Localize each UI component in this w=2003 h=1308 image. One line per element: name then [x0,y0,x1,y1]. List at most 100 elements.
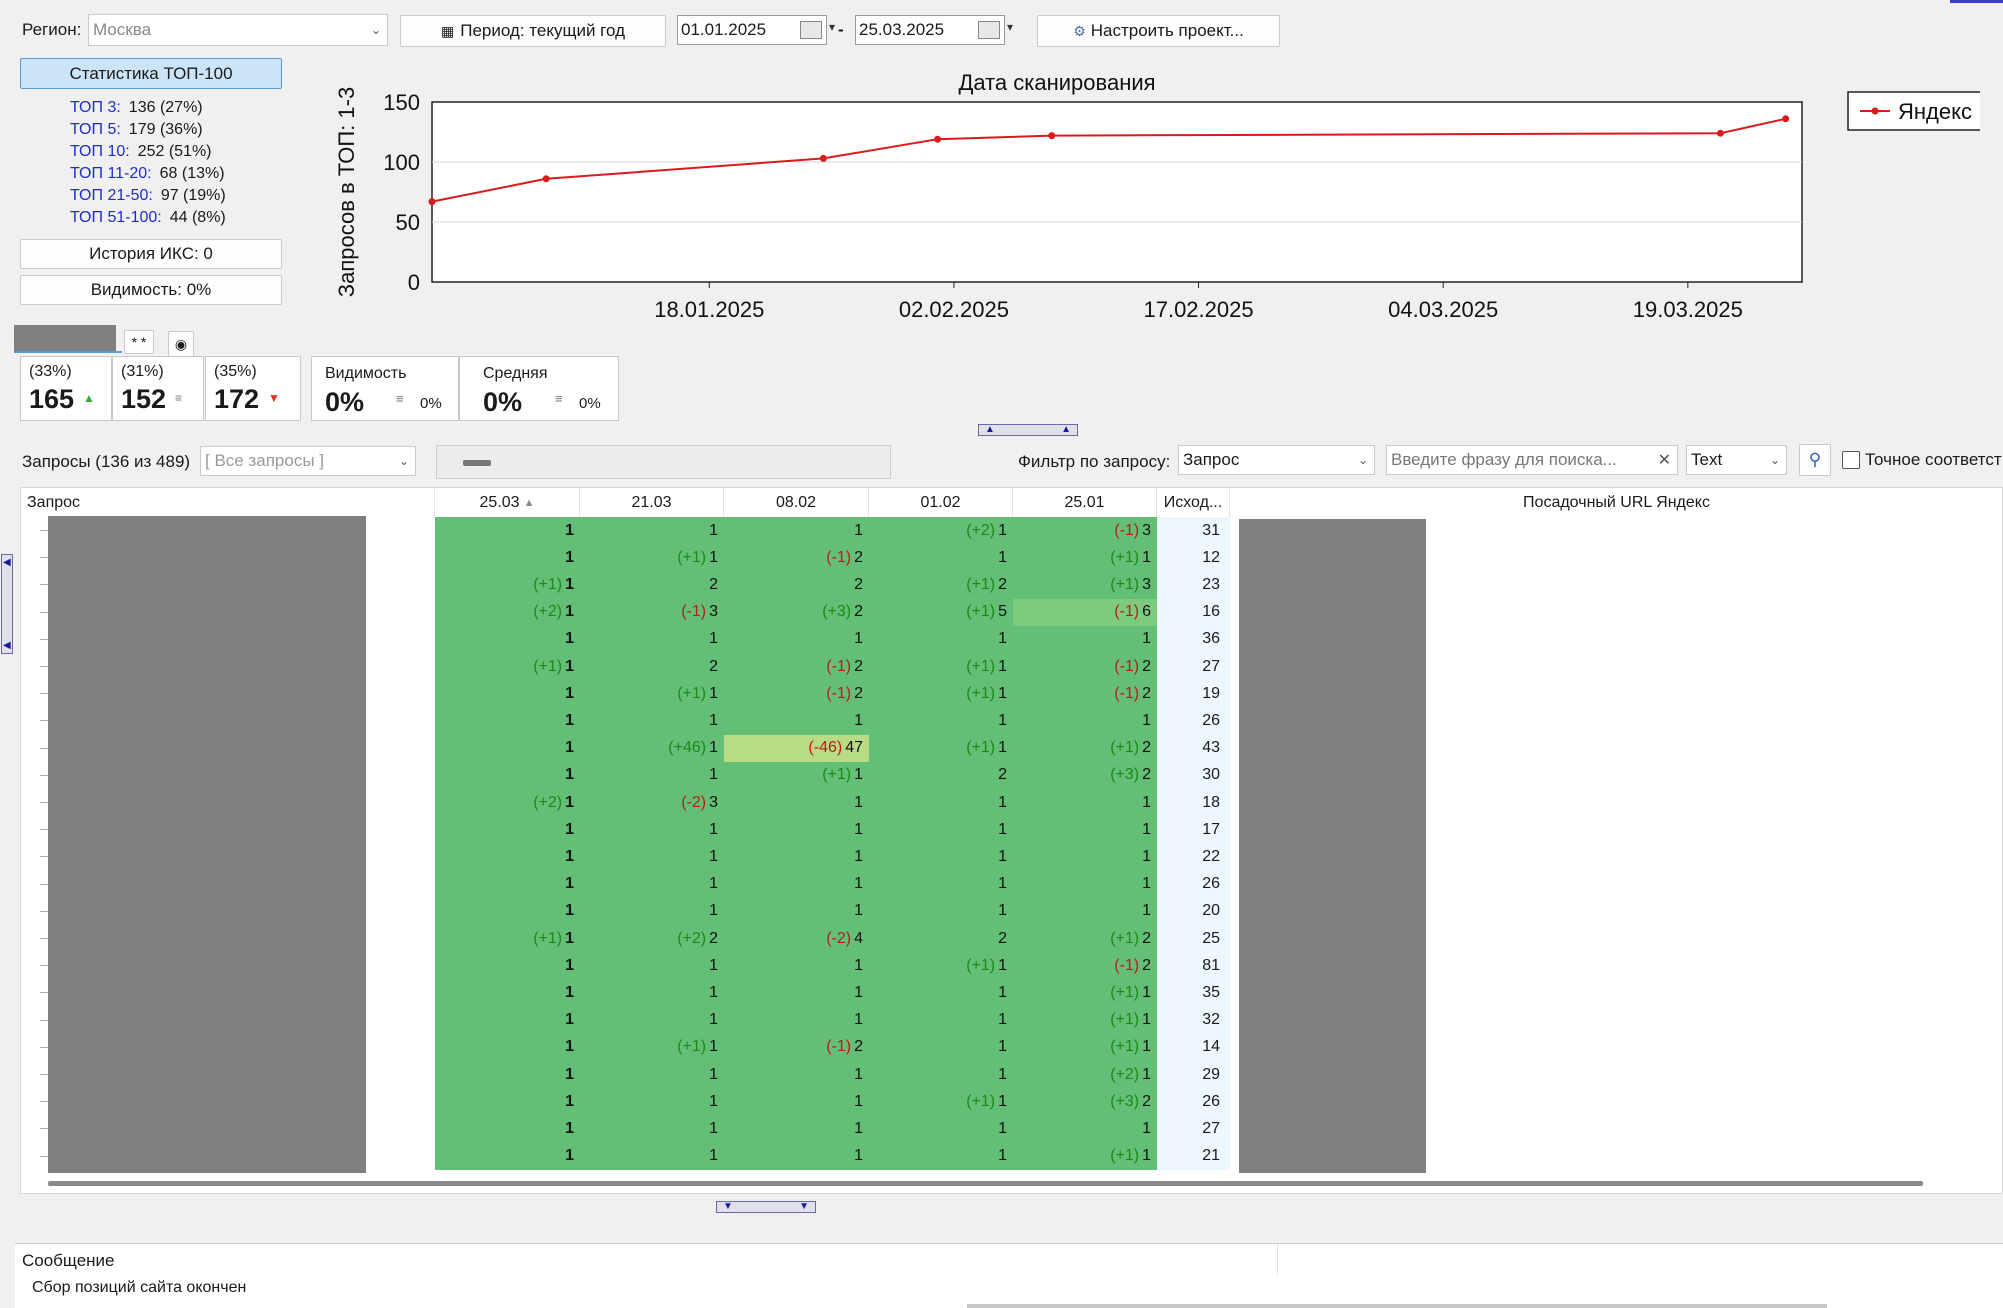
position-delta: (-2) [826,929,852,947]
period-label: Период: текущий год [460,21,625,40]
arrow-down-icon: ▼ [799,1201,809,1212]
message-scrollbar[interactable] [967,1304,1827,1308]
column-header-label: 08.02 [775,494,817,511]
position-value: 1 [854,820,863,838]
position-delta: (+1) [1110,929,1140,947]
position-delta: (+2) [966,521,996,539]
chevron-down-icon: ⌄ [398,454,409,468]
table-splitter[interactable]: ▼ ▼ [716,1201,816,1213]
position-cell: 1 [724,843,869,870]
eye-icon: ◉ [174,335,188,352]
row-tick [40,910,48,912]
position-cell: 1 [580,626,724,653]
stats-top100-button[interactable]: Статистика ТОП-100 [20,58,282,89]
position-value: 2 [1142,684,1151,702]
metric-label: Видимость [325,365,407,382]
redacted-tab[interactable] [14,325,116,351]
period-button[interactable]: ▦ Период: текущий год [400,15,666,47]
column-header[interactable]: 08.02 [724,488,869,518]
position-cell: 1 [724,1007,869,1034]
exact-match-checkbox[interactable] [1842,451,1860,469]
origin-cell: 25 [1202,929,1220,947]
metric-card-average: Средняя 0% ≡ 0% [459,356,619,421]
left-splitter[interactable]: ◀ ◀ [1,554,13,654]
equal-icon: ≡ [396,391,404,406]
row-tick [40,693,48,695]
search-input[interactable]: Введите фразу для поиска... ✕ [1386,445,1678,475]
row-tick [40,774,48,776]
position-cell: 1 [869,816,1013,843]
eye-button[interactable]: ◉ [168,331,194,357]
column-header-label: Исход... [1163,494,1223,511]
region-select[interactable]: Москва ⌄ [88,14,388,46]
visibility-button[interactable]: Видимость: 0% [20,275,282,305]
date-from-field[interactable]: 01.01.2025 [677,15,835,45]
position-value: 1 [998,902,1007,920]
search-button[interactable]: ⚲ [1799,444,1831,476]
position-delta: (+2) [533,603,563,621]
clear-icon[interactable]: ✕ [1658,450,1671,470]
settings-icon: ⚙ [1073,22,1086,39]
column-header[interactable]: 25.03 ▲ [435,488,580,518]
position-cell: 1 [435,762,580,789]
match-type-select[interactable]: Text ⌄ [1686,445,1787,475]
position-value: 1 [565,684,574,702]
configure-project-button[interactable]: ⚙ Настроить проект... [1037,15,1280,47]
x-tick-label: 19.03.2025 [1633,297,1743,322]
position-cell: 1 [724,1088,869,1115]
position-value: 2 [709,929,718,947]
top-stat-value: 97 (19%) [160,187,226,204]
top-stat-link[interactable]: ТОП 10: [70,143,130,161]
column-header-label: Запрос [27,494,81,511]
stats-top100-label: Статистика ТОП-100 [69,63,233,83]
top-stat-link[interactable]: ТОП 51-100: [70,209,162,227]
position-cell: 1 [724,707,869,734]
stars-tab[interactable]: * * [124,330,154,354]
column-header[interactable]: 01.02 [869,488,1013,518]
top-stat-link[interactable]: ТОП 5: [70,121,121,139]
top-stat-link[interactable]: ТОП 3: [70,99,121,117]
queries-filter-select[interactable]: [ Все запросы ] ⌄ [200,446,416,476]
position-cell: (+3) 2 [1013,762,1157,789]
position-value: 1 [998,657,1007,675]
position-value: 1 [709,983,718,1001]
column-header[interactable]: 25.01 [1013,488,1157,518]
metric-delta: 0% [579,395,601,412]
filter-field-select[interactable]: Запрос ⌄ [1178,445,1375,475]
position-cell: 1 [435,1007,580,1034]
date-to-calendar-icon[interactable] [978,20,1013,39]
column-header[interactable]: Запрос [21,488,435,518]
chart-splitter[interactable]: ▲ ▲ [978,424,1078,436]
position-value: 1 [998,983,1007,1001]
position-cell: (+2) 1 [1013,1061,1157,1088]
horizontal-scrollbar[interactable] [48,1181,1923,1186]
position-cell: 1 [1013,871,1157,898]
position-delta: (+1) [533,575,563,593]
position-cell: 1 [869,1115,1013,1142]
top-stat-link[interactable]: ТОП 11-20: [70,165,152,183]
date-to-field[interactable]: 25.03.2025 [855,15,1013,45]
position-cell: (+2) 1 [435,789,580,816]
top-stat-link[interactable]: ТОП 21-50: [70,187,153,205]
position-cell: 1 [724,1143,869,1170]
position-value: 1 [565,929,574,947]
position-cell: (-1) 2 [1013,680,1157,707]
position-cell: 1 [580,898,724,925]
column-header[interactable]: 21.03 [580,488,724,518]
column-header[interactable]: Исход... [1157,488,1230,518]
position-value: 1 [565,657,574,675]
origin-cell: 14 [1202,1038,1220,1056]
position-cell: (+1) 1 [1013,1034,1157,1061]
position-value: 2 [998,575,1007,593]
iks-history-button[interactable]: История ИКС: 0 [20,239,282,269]
position-cell: (+1) 1 [580,680,724,707]
position-cell: 1 [435,979,580,1006]
date-from-value: 01.01.2025 [681,20,767,39]
position-value: 2 [709,657,718,675]
date-from-calendar-icon[interactable] [800,20,835,39]
position-value: 1 [565,1011,574,1029]
column-header[interactable]: Посадочный URL Яндекс [1230,488,2003,518]
position-cell: 1 [869,1143,1013,1170]
position-value: 1 [998,521,1007,539]
metric-label: Средняя [483,365,548,382]
